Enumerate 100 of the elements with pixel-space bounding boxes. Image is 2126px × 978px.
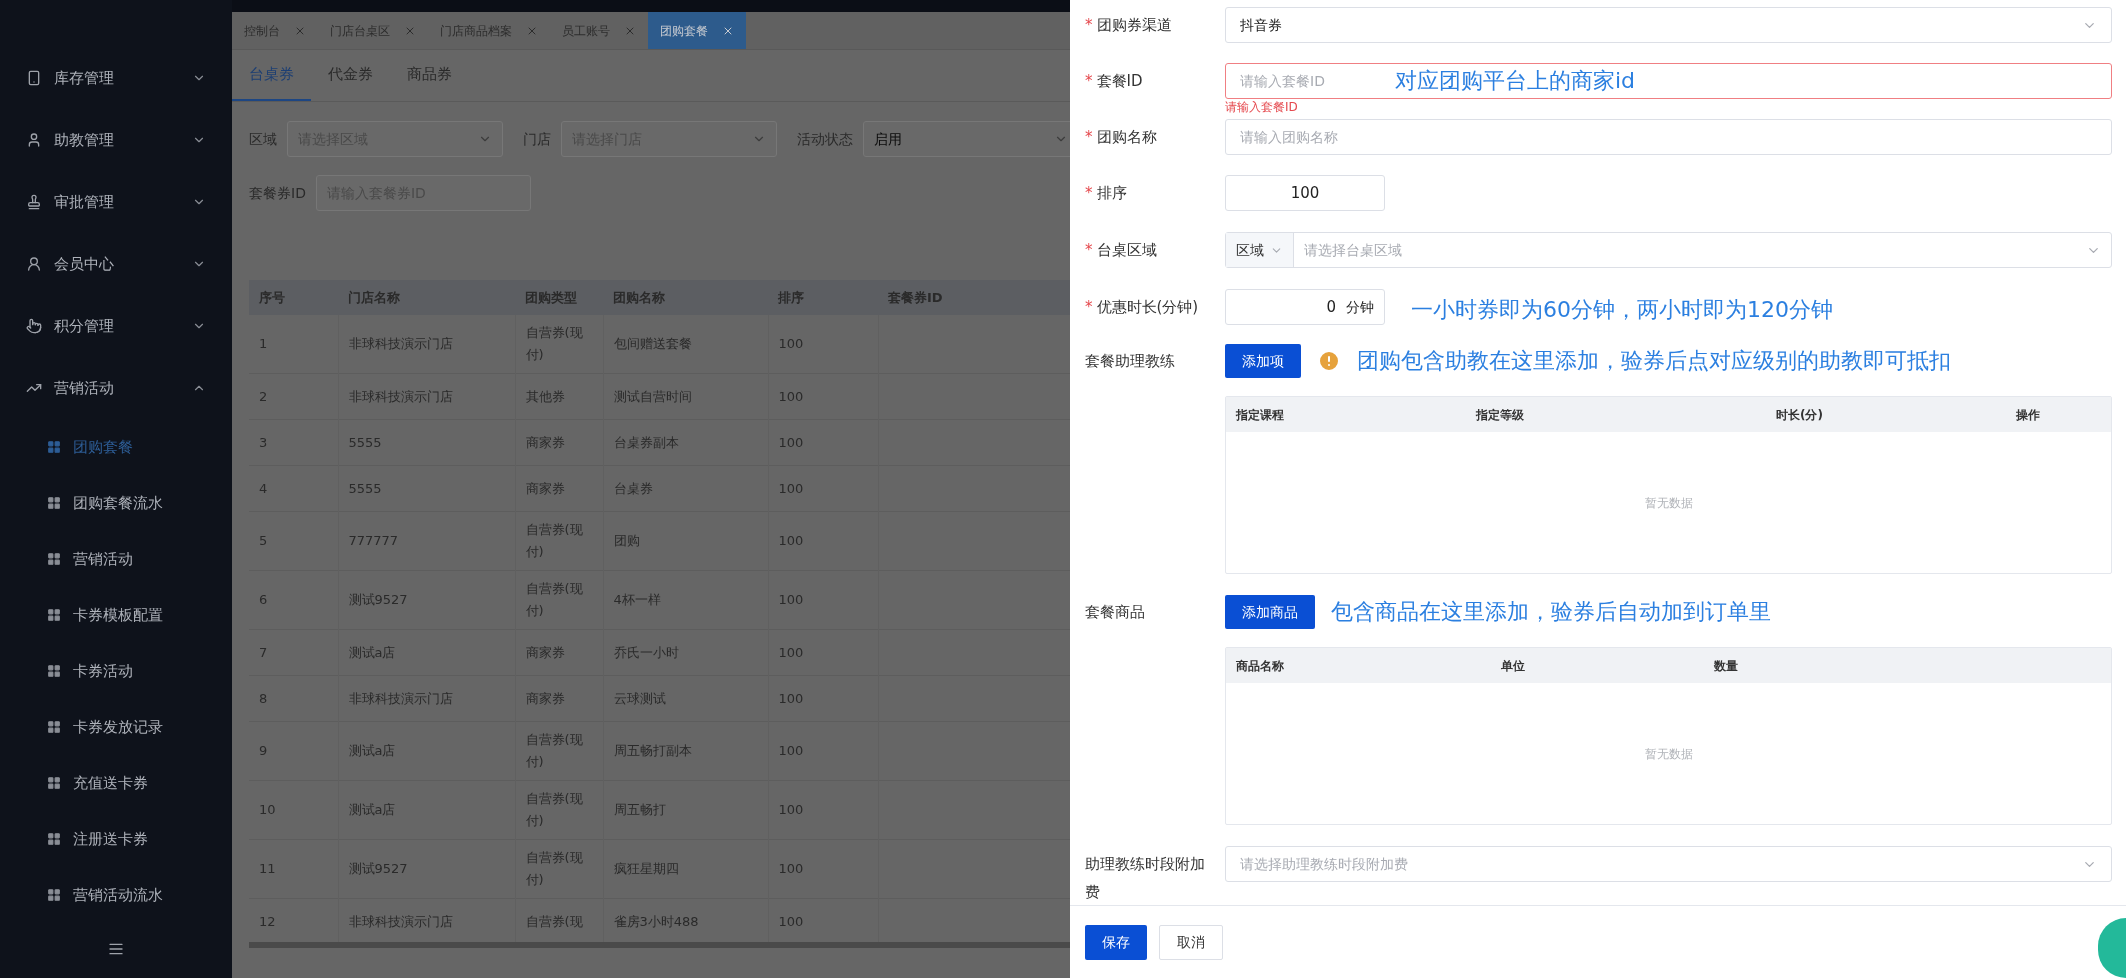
table-cell: 100 bbox=[768, 511, 878, 571]
sidebar-subitem[interactable]: 充值送卡券 bbox=[0, 755, 232, 811]
sidebar-subitem[interactable]: 注册送卡券 bbox=[0, 811, 232, 867]
required-mark: * bbox=[1085, 16, 1093, 34]
filter-select[interactable]: 启用 bbox=[863, 121, 1070, 157]
table-cell: 777777 bbox=[338, 511, 515, 571]
filter-label: 门店 bbox=[523, 129, 551, 149]
sidebar-subitem[interactable]: 营销活动 bbox=[0, 531, 232, 587]
table-cell: 100 bbox=[768, 629, 878, 676]
table-cell: 100 bbox=[768, 570, 878, 630]
filter-label: 活动状态 bbox=[797, 129, 853, 149]
empty-text: 暂无数据 bbox=[1644, 745, 1693, 763]
field-label: * 团购名称 bbox=[1085, 127, 1158, 148]
table-cell: 100 bbox=[768, 373, 878, 420]
table-cell: 100 bbox=[768, 315, 878, 374]
table-cell: 5 bbox=[249, 511, 338, 571]
table-cell: 100 bbox=[768, 465, 878, 512]
field-label: * 团购券渠道 bbox=[1085, 15, 1173, 36]
table-cell: 商家券 bbox=[515, 465, 603, 512]
table-cell: 5555 bbox=[338, 419, 515, 466]
field-label: 套餐助理教练 bbox=[1085, 351, 1176, 372]
table-cell: 周五畅打 bbox=[603, 780, 768, 840]
column-header: 商品名称 bbox=[1235, 657, 1285, 675]
grid-icon bbox=[47, 440, 61, 454]
sidebar-subitem[interactable]: 营销活动流水 bbox=[0, 867, 232, 923]
table-cell: 4 bbox=[249, 465, 338, 512]
empty-text: 暂无数据 bbox=[1644, 494, 1693, 512]
field-label: 套餐商品 bbox=[1085, 602, 1146, 623]
filter-label: 区域 bbox=[249, 129, 277, 149]
column-header: 单位 bbox=[1500, 657, 1526, 675]
table-cell: 商家券 bbox=[515, 675, 603, 722]
sidebar-item[interactable]: 库存管理 bbox=[0, 47, 232, 109]
table-cell: 3 bbox=[249, 419, 338, 466]
grid-icon bbox=[47, 496, 61, 510]
error-message: 请输入套餐ID bbox=[1225, 99, 1299, 115]
column-header: 门店名称 bbox=[338, 280, 515, 315]
column-header: 团购类型 bbox=[515, 280, 603, 315]
required-mark: * bbox=[1085, 128, 1093, 146]
field-label: * 排序 bbox=[1085, 183, 1128, 204]
table-cell: 团购 bbox=[603, 511, 768, 571]
sidebar-subitem[interactable]: 卡券活动 bbox=[0, 643, 232, 699]
table-cell: 100 bbox=[768, 721, 878, 781]
table-cell: 测试9527 bbox=[338, 570, 515, 630]
number-field[interactable]: 0 分钟 bbox=[1225, 289, 1385, 325]
page-tab[interactable]: 团购套餐 bbox=[648, 12, 746, 49]
table-cell: 云球测试 bbox=[603, 675, 768, 722]
grid-icon bbox=[47, 832, 61, 846]
grid-icon bbox=[47, 664, 61, 678]
field-label: * 台桌区域 bbox=[1085, 240, 1158, 261]
column-header: 序号 bbox=[249, 280, 338, 315]
field-label: * 套餐ID bbox=[1085, 71, 1144, 92]
table-cell: 9 bbox=[249, 721, 338, 781]
table-cell: 6 bbox=[249, 570, 338, 630]
select-field[interactable]: 抖音券 bbox=[1225, 7, 2112, 43]
table-cell: 100 bbox=[768, 675, 878, 722]
table-cell: 商家券 bbox=[515, 629, 603, 676]
required-mark: * bbox=[1085, 298, 1093, 316]
required-mark: * bbox=[1085, 184, 1093, 202]
annotation-text: 团购包含助教在这里添加，验券后点对应级别的助教即可抵扣 bbox=[1357, 347, 1951, 375]
sidebar-subitem[interactable]: 团购套餐流水 bbox=[0, 475, 232, 531]
sidebar-item[interactable]: 助教管理 bbox=[0, 109, 232, 171]
table-cell: 100 bbox=[768, 780, 878, 840]
sidebar-item[interactable]: 审批管理 bbox=[0, 171, 232, 233]
grid-icon bbox=[47, 608, 61, 622]
column-header: 时长(分) bbox=[1775, 406, 1824, 424]
sidebar-item[interactable]: 会员中心 bbox=[0, 233, 232, 295]
required-mark: * bbox=[1085, 241, 1093, 259]
number-field[interactable]: 100 bbox=[1225, 175, 1385, 211]
add-button[interactable]: 添加项 bbox=[1225, 344, 1301, 378]
column-header: 团购名称 bbox=[603, 280, 768, 315]
field-label: 助理教练时段附加费 bbox=[1085, 854, 1206, 903]
field-label: * 优惠时长(分钟) bbox=[1085, 297, 1200, 318]
add-button[interactable]: 添加商品 bbox=[1225, 595, 1315, 629]
save-button[interactable]: 保存 bbox=[1085, 924, 1147, 960]
annotation-text: 一小时券即为60分钟，两小时即为120分钟 bbox=[1411, 296, 1833, 324]
table-cell: 10 bbox=[249, 780, 338, 840]
table-cell: 5555 bbox=[338, 465, 515, 512]
table-cell: 测试a店 bbox=[338, 629, 515, 676]
sidebar-item[interactable]: 营销活动 bbox=[0, 357, 232, 419]
sidebar-subitem[interactable]: 卡券发放记录 bbox=[0, 699, 232, 755]
column-header: 操作 bbox=[2015, 406, 2041, 424]
column-header: 指定课程 bbox=[1235, 406, 1285, 424]
cancel-button[interactable]: 取消 bbox=[1159, 924, 1223, 960]
table-cell: 100 bbox=[768, 419, 878, 466]
sidebar-subitem[interactable]: 卡券模板配置 bbox=[0, 587, 232, 643]
sidebar-item[interactable]: 积分管理 bbox=[0, 295, 232, 357]
grid-icon bbox=[47, 888, 61, 902]
table-cell: 100 bbox=[768, 839, 878, 899]
column-header: 数量 bbox=[1713, 657, 1739, 675]
column-header: 排序 bbox=[768, 280, 878, 315]
required-mark: * bbox=[1085, 72, 1093, 90]
table-cell: 1 bbox=[249, 315, 338, 374]
table-cell: 7 bbox=[249, 629, 338, 676]
grid-icon bbox=[47, 776, 61, 790]
floating-button[interactable] bbox=[2098, 918, 2126, 978]
column-header: 指定等级 bbox=[1475, 406, 1525, 424]
table-cell: 商家券 bbox=[515, 419, 603, 466]
filter-label: 套餐券ID bbox=[249, 183, 306, 203]
table-cell: 测试a店 bbox=[338, 721, 515, 781]
grid-icon bbox=[47, 552, 61, 566]
